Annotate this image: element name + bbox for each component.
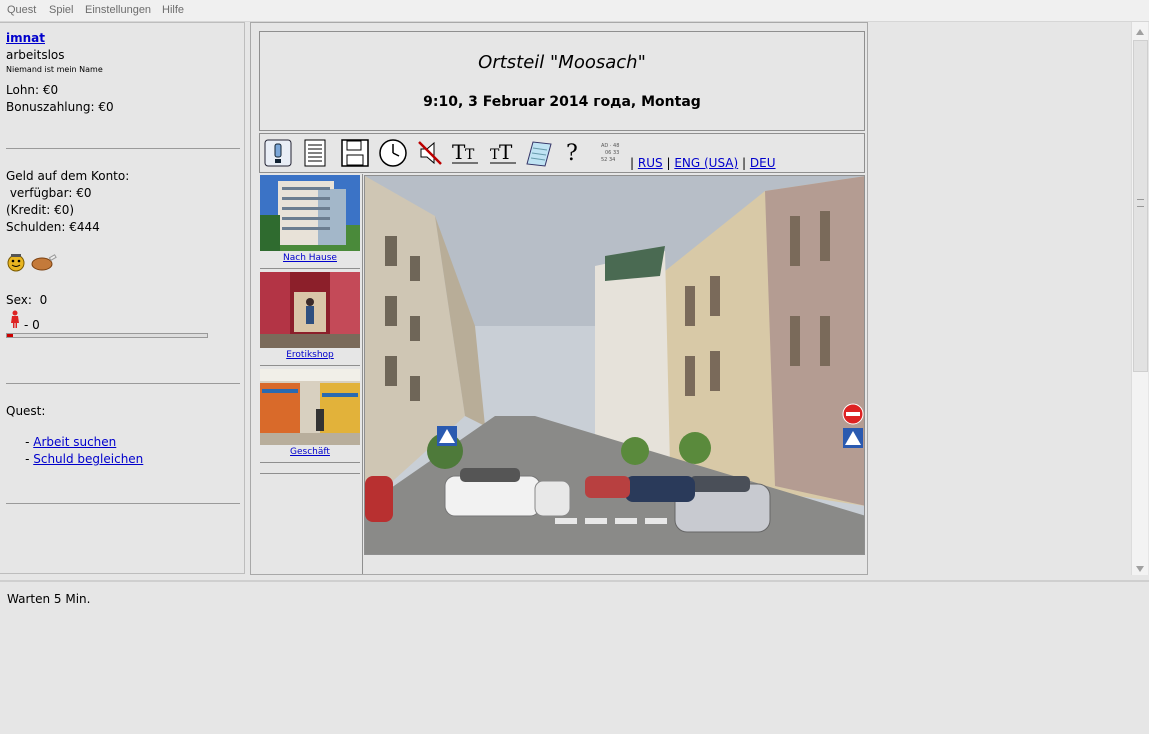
apartment-building-image: [260, 175, 360, 251]
notepad-icon[interactable]: [523, 138, 553, 168]
toolbar: TT TT ? AD · 48 06 33 52 34 | RUS | ENG (U…: [259, 133, 865, 173]
divider: [6, 148, 240, 149]
account-credit: (Kredit: €0): [6, 203, 75, 217]
help-icon[interactable]: ?: [558, 138, 588, 168]
lang-eng-link[interactable]: ENG (USA): [674, 156, 738, 170]
place-label[interactable]: Erotikshop: [260, 350, 360, 360]
lang-separator: |: [742, 156, 747, 170]
player-panel: imnat arbeitslos Niemand ist mein Name L…: [0, 22, 245, 574]
font-larger-icon[interactable]: TT: [450, 138, 480, 168]
sound-off-icon[interactable]: [415, 138, 445, 168]
account-available: verfügbar: €0: [6, 186, 92, 200]
svg-text:AD · 48: AD · 48: [601, 143, 619, 149]
svg-text:?: ?: [566, 141, 578, 166]
lang-rus-link[interactable]: RUS: [638, 156, 663, 170]
player-name-link[interactable]: imnat: [6, 31, 45, 45]
save-icon[interactable]: [340, 138, 370, 168]
figure-value: - 0: [24, 318, 40, 332]
log-panel: Warten 5 Min.: [0, 580, 1149, 734]
empty-slot: [260, 473, 360, 574]
datetime-label: 9:10, 3 Februar 2014 года, Montag: [423, 94, 701, 110]
location-header: Ortsteil "Moosach" 9:10, 3 Februar 2014 …: [259, 31, 865, 131]
quest-heading: Quest:: [6, 404, 46, 418]
scroll-thumb[interactable]: [1133, 40, 1148, 372]
place-geschaeft[interactable]: Geschäft: [260, 369, 360, 463]
progress-bar: [6, 333, 208, 338]
svg-text:T: T: [499, 140, 513, 164]
food-icon: [30, 252, 58, 275]
quest-bullet: -: [21, 452, 34, 466]
places-list: Nach Hause Erotikshop Geschäft: [259, 174, 363, 574]
place-nach-hause[interactable]: Nach Hause: [260, 175, 360, 269]
scroll-up-icon[interactable]: [1135, 25, 1145, 39]
shop-interior-image: [260, 272, 360, 348]
supermarket-image: [260, 369, 360, 445]
player-subtitle: Niemand ist mein Name: [6, 65, 103, 74]
menu-quest[interactable]: Quest: [7, 4, 36, 16]
grip-icon: [1137, 199, 1144, 207]
clock-icon[interactable]: [378, 138, 408, 168]
svg-text:T: T: [452, 140, 466, 164]
menu-einstellungen[interactable]: Einstellungen: [85, 4, 151, 16]
info-icon[interactable]: [263, 138, 293, 168]
quest-link-schuld-begleichen[interactable]: Schuld begleichen: [33, 452, 143, 466]
calendar-icon[interactable]: AD · 48 06 33 52 34: [595, 138, 625, 168]
lang-separator: |: [666, 156, 671, 170]
street-photo: [364, 175, 865, 555]
lang-separator: |: [630, 156, 635, 170]
lang-deu-link[interactable]: DEU: [750, 156, 776, 170]
account-debt: Schulden: €444: [6, 220, 100, 234]
language-switcher: | RUS | ENG (USA) | DEU: [630, 156, 776, 170]
player-job: arbeitslos: [6, 48, 65, 62]
list-icon[interactable]: [300, 138, 330, 168]
svg-text:52 34: 52 34: [601, 157, 615, 163]
woman-figure-icon: [10, 310, 20, 331]
menu-hilfe[interactable]: Hilfe: [162, 4, 184, 16]
divider: [6, 383, 240, 384]
scroll-down-icon[interactable]: [1135, 562, 1145, 576]
menu-spiel[interactable]: Spiel: [49, 4, 73, 16]
bonus-label: Bonuszahlung: €0: [6, 100, 114, 114]
svg-text:06 33: 06 33: [605, 150, 619, 156]
vertical-scrollbar[interactable]: [1131, 22, 1148, 575]
street-scene-image: [365, 176, 864, 554]
divider: [6, 503, 240, 504]
menu-bar: Quest Spiel Einstellungen Hilfe: [0, 0, 1149, 22]
svg-text:T: T: [465, 147, 475, 163]
sex-stat: Sex: 0: [6, 293, 48, 307]
mood-icon: [6, 252, 26, 275]
place-label[interactable]: Nach Hause: [260, 253, 360, 263]
wage-label: Lohn: €0: [6, 83, 59, 97]
quest-item: - Schuld begleichen: [6, 438, 143, 480]
progress-bar-fill: [7, 334, 13, 337]
location-title: Ortsteil "Moosach": [478, 52, 646, 73]
status-message: Warten 5 Min.: [7, 592, 91, 606]
account-heading: Geld auf dem Konto:: [6, 169, 130, 183]
font-smaller-icon[interactable]: TT: [488, 138, 518, 168]
place-erotikshop[interactable]: Erotikshop: [260, 272, 360, 366]
place-label[interactable]: Geschäft: [260, 447, 360, 457]
main-view: Ortsteil "Moosach" 9:10, 3 Februar 2014 …: [250, 22, 868, 575]
